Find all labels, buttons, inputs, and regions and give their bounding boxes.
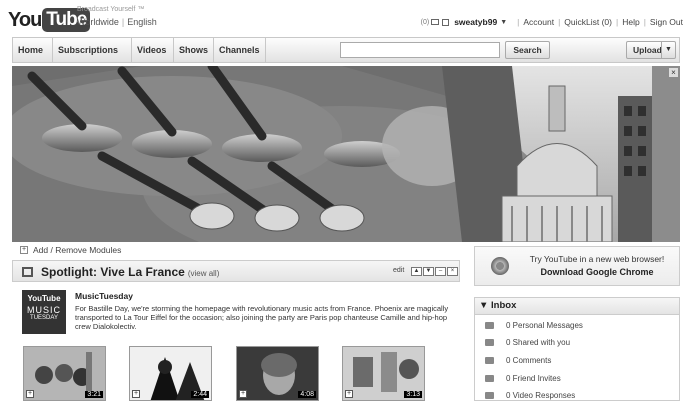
tab-home[interactable]: Home	[13, 38, 53, 62]
move-up-icon[interactable]: ▲	[411, 267, 422, 276]
comment-icon	[485, 357, 494, 364]
region-link[interactable]: Worldwide	[77, 17, 119, 27]
logo-you: You	[8, 8, 42, 31]
video-duration: 4:08	[298, 391, 316, 398]
music-tuesday-logo[interactable]: YouTube MUSIC TUESDAY	[22, 290, 66, 334]
user-bar: (0) sweatyb99 ▼ | Account | QuickList (0…	[420, 17, 683, 27]
inbox-list: 0 Personal Messages 0 Shared with you 0 …	[474, 315, 680, 401]
inbox-item-label: 0 Shared with you	[506, 338, 571, 347]
channel-name-link[interactable]: MusicTuesday	[75, 291, 133, 301]
quicklist-link[interactable]: QuickList (0)	[564, 17, 612, 27]
locale-selector: Worldwide | English	[77, 17, 157, 27]
inbox-item-comments[interactable]: 0 Comments	[485, 356, 551, 365]
mail-icon[interactable]	[431, 19, 440, 25]
main-nav: Home Subscriptions Videos Shows Channels…	[12, 37, 680, 63]
mail-count: (0)	[420, 18, 430, 26]
chevron-down-icon[interactable]: ▼	[500, 19, 507, 26]
inbox-item-label: 0 Video Responses	[506, 391, 576, 400]
move-down-icon[interactable]: ▼	[423, 267, 434, 276]
help-link[interactable]: Help	[622, 17, 639, 27]
add-to-quicklist-icon[interactable]: +	[239, 390, 247, 398]
inbox-item-shared[interactable]: 0 Shared with you	[485, 338, 570, 347]
logo-line-music: MUSIC	[27, 305, 61, 315]
person-icon	[485, 375, 494, 382]
upload-label: Upload	[633, 45, 662, 55]
upload-button[interactable]: Upload ▼	[626, 41, 676, 59]
collapse-icon[interactable]: ▼	[479, 300, 488, 311]
banner-artwork	[12, 66, 680, 242]
inbox-title: Inbox	[491, 300, 517, 311]
chrome-icon	[491, 257, 509, 275]
sign-out-link[interactable]: Sign Out	[650, 17, 683, 27]
tab-shows[interactable]: Shows	[174, 38, 214, 62]
video-icon	[485, 392, 494, 399]
spotlight-title: Spotlight: Vive La France (view all)	[41, 265, 220, 279]
download-chrome-link[interactable]: Download Google Chrome	[517, 267, 677, 277]
add-remove-modules-link[interactable]: + Add / Remove Modules	[20, 245, 121, 255]
add-to-quicklist-icon[interactable]: +	[132, 390, 140, 398]
add-to-quicklist-icon[interactable]: +	[26, 390, 34, 398]
language-link[interactable]: English	[127, 17, 157, 27]
video-thumbnail[interactable]: + 2:44	[129, 346, 212, 401]
search-button[interactable]: Search	[505, 41, 550, 59]
spotlight-header: Spotlight: Vive La France (view all) edit…	[12, 260, 460, 282]
chrome-promo[interactable]: Try YouTube in a new web browser! Downlo…	[474, 246, 680, 286]
account-link[interactable]: Account	[523, 17, 554, 27]
close-icon[interactable]: ×	[669, 68, 678, 77]
tagline: Broadcast Yourself ™	[77, 6, 145, 13]
inbox-item-label: 0 Friend Invites	[506, 374, 561, 383]
tab-channels[interactable]: Channels	[214, 38, 266, 62]
close-icon[interactable]: ×	[447, 267, 458, 276]
add-remove-modules-label: Add / Remove Modules	[33, 245, 122, 255]
subscriptions-icon[interactable]	[442, 18, 450, 26]
logo-line-tuesday: TUESDAY	[30, 315, 58, 321]
video-thumbnail[interactable]: + 3:13	[342, 346, 425, 401]
module-icon	[22, 267, 33, 277]
plus-icon: +	[20, 246, 28, 254]
homepage-banner[interactable]: ×	[12, 66, 680, 242]
username-link[interactable]: sweatyb99	[454, 17, 497, 27]
chrome-promo-text: Try YouTube in a new web browser!	[529, 254, 665, 264]
inbox-item-personal-messages[interactable]: 0 Personal Messages	[485, 321, 583, 330]
video-thumbnail[interactable]: + 3:21	[23, 346, 106, 401]
inbox-item-friend-invites[interactable]: 0 Friend Invites	[485, 374, 561, 383]
inbox-item-video-responses[interactable]: 0 Video Responses	[485, 391, 575, 400]
envelope-icon	[485, 322, 494, 329]
tab-subscriptions[interactable]: Subscriptions	[53, 38, 132, 62]
add-to-quicklist-icon[interactable]: +	[345, 390, 353, 398]
video-thumbnail[interactable]: + 4:08	[236, 346, 319, 401]
share-icon	[485, 339, 494, 346]
inbox-item-label: 0 Comments	[506, 356, 552, 365]
edit-link[interactable]: edit	[393, 267, 404, 274]
video-duration: 2:44	[191, 391, 209, 398]
spotlight-description: For Bastille Day, we're storming the hom…	[75, 304, 449, 331]
video-duration: 3:21	[85, 391, 103, 398]
tab-videos[interactable]: Videos	[132, 38, 174, 62]
inbox-item-label: 0 Personal Messages	[506, 321, 583, 330]
search-input[interactable]	[340, 42, 500, 58]
inbox-header[interactable]: ▼ Inbox	[474, 297, 680, 315]
video-duration: 3:13	[404, 391, 422, 398]
view-all-link[interactable]: (view all)	[188, 269, 220, 278]
minimize-icon[interactable]: –	[435, 267, 446, 276]
chevron-down-icon[interactable]: ▼	[661, 42, 675, 58]
logo-line-youtube: YouTube	[27, 294, 61, 303]
